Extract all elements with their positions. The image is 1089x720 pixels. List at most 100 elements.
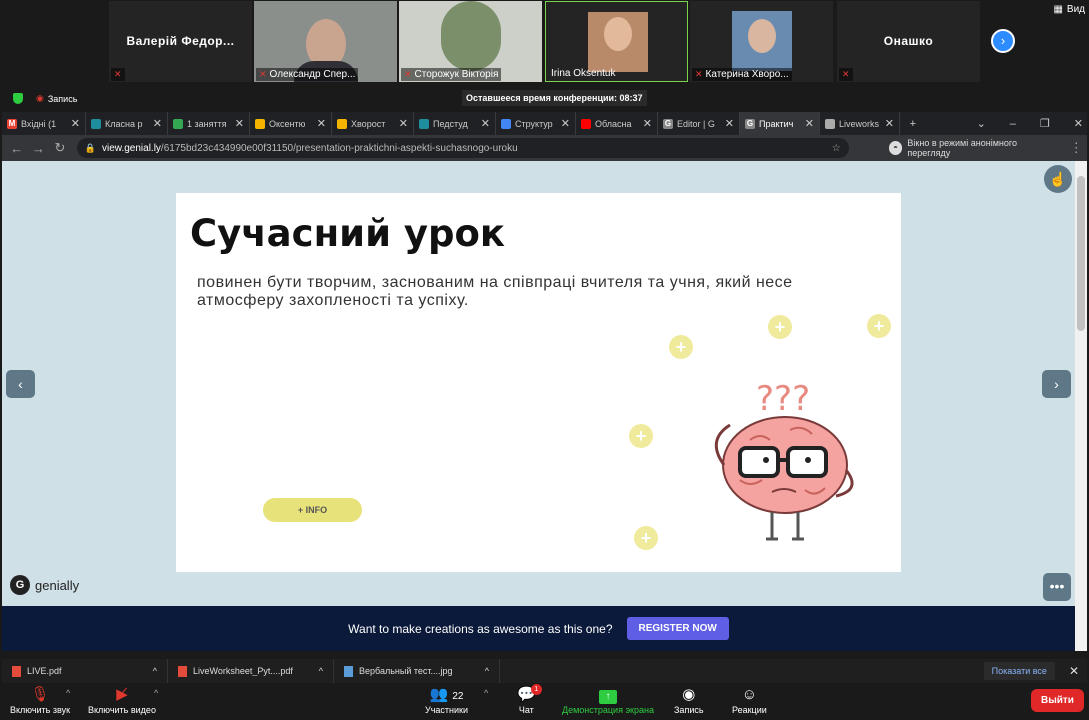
plus-icon[interactable]: + — [669, 335, 693, 359]
participant-name: Валерій Федор... — [126, 34, 235, 48]
security-shield-icon[interactable] — [13, 93, 23, 104]
download-name: LIVE.pdf — [27, 666, 62, 676]
plus-icon[interactable]: + — [768, 315, 792, 339]
tab-favicon-icon — [419, 118, 429, 129]
browser-tab-strip: M Вхідні (1 ✕ Класна р ✕ 1 заняття ✕ Оксентю ✕ Хв… — [2, 112, 1087, 135]
leave-meeting-button[interactable]: Выйти — [1031, 689, 1084, 712]
scrollbar-thumb[interactable] — [1077, 176, 1085, 331]
show-all-downloads-button[interactable]: Показати все — [983, 662, 1055, 680]
tab-close-icon[interactable]: ✕ — [153, 117, 162, 130]
unmute-label: Включить звук — [10, 705, 71, 715]
chevron-up-icon[interactable]: ^ — [485, 666, 489, 676]
share-button[interactable]: ☝ — [1044, 165, 1072, 193]
genially-logo-icon: G — [10, 575, 30, 595]
recording-indicator[interactable]: ◉ Запись — [36, 93, 77, 104]
start-video-button[interactable]: ▶̸ Включить видео — [88, 685, 156, 715]
reload-icon[interactable]: ↻ — [49, 140, 71, 156]
participant-caption: Олександр Спер... — [269, 69, 356, 80]
restore-icon[interactable]: ❐ — [1040, 117, 1050, 130]
menu-icon[interactable]: ⋮ — [1065, 140, 1087, 156]
tab-close-icon[interactable]: ✕ — [317, 117, 326, 130]
browser-tab[interactable]: Обласна ✕ — [576, 112, 658, 135]
browser-tab[interactable]: Оксентю ✕ — [250, 112, 332, 135]
plus-icon[interactable]: + — [634, 526, 658, 550]
participant-tile[interactable]: ✕ Катерина Хворо... — [690, 1, 833, 82]
question-marks: ??? — [756, 379, 810, 419]
participants-caret-icon[interactable]: ^ — [484, 688, 488, 698]
next-page-button[interactable]: › — [991, 29, 1015, 53]
forward-icon[interactable]: → — [28, 141, 50, 156]
tab-label: Liveworks — [839, 118, 880, 129]
unmute-button[interactable]: 🎙 Включить звук — [10, 685, 70, 715]
participant-caption: Сторожук Вікторія — [414, 69, 499, 80]
reactions-button[interactable]: ☺ Реакции — [732, 685, 767, 715]
view-button[interactable]: ▦ Вид — [1053, 4, 1085, 15]
browser-tab[interactable]: G Editor | G ✕ — [658, 112, 740, 135]
tab-close-icon[interactable]: ✕ — [235, 117, 244, 130]
tab-close-icon[interactable]: ✕ — [481, 117, 490, 130]
participants-icon: 👥 22 — [429, 686, 464, 703]
browser-tab[interactable]: M Вхідні (1 ✕ — [2, 112, 86, 135]
next-slide-button[interactable]: › — [1042, 370, 1071, 398]
minimize-icon[interactable]: – — [1010, 118, 1016, 130]
tab-close-icon[interactable]: ✕ — [399, 117, 408, 130]
muted-mic-icon: ✕ — [404, 69, 412, 79]
lock-icon[interactable]: 🔒 — [85, 143, 96, 154]
record-button[interactable]: ◉ Запись — [674, 685, 704, 715]
browser-tab[interactable]: Liveworks ✕ — [820, 112, 900, 135]
plus-icon[interactable]: + — [629, 424, 653, 448]
info-button[interactable]: + INFO — [263, 498, 362, 522]
browser-tab[interactable]: Хворост ✕ — [332, 112, 414, 135]
muted-mic-icon: ✕ — [695, 69, 703, 79]
new-tab-icon[interactable]: + — [910, 118, 916, 130]
tab-label: Editor | G — [677, 118, 715, 129]
tab-label: 1 заняття — [187, 118, 227, 129]
bookmark-star-icon[interactable]: ☆ — [832, 143, 841, 154]
tab-close-icon[interactable]: ✕ — [725, 117, 734, 130]
browser-tab[interactable]: 1 заняття ✕ — [168, 112, 250, 135]
download-item[interactable]: Вербальный тест....jpg ^ — [334, 659, 500, 683]
url-bar[interactable]: 🔒 view.genial.ly/6175bd23c434990e00f3115… — [76, 138, 849, 158]
tab-favicon-icon: G — [745, 118, 755, 129]
download-item[interactable]: LiveWorksheet_Pyt....pdf ^ — [168, 659, 334, 683]
participant-tile[interactable]: Валерій Федор... ✕ — [109, 1, 252, 82]
close-window-icon[interactable]: ✕ — [1074, 117, 1083, 130]
reactions-icon: ☺ — [741, 686, 758, 703]
promo-text: Want to make creations as awesome as thi… — [348, 621, 613, 636]
video-options-caret-icon[interactable]: ^ — [154, 688, 158, 698]
tab-close-icon[interactable]: ✕ — [643, 117, 652, 130]
tab-favicon-icon: M — [7, 118, 17, 129]
genially-logo[interactable]: Ggenially — [10, 575, 79, 595]
register-now-button[interactable]: REGISTER NOW — [626, 617, 729, 640]
participants-label: Участники — [425, 705, 468, 715]
browser-tab[interactable]: Структур ✕ — [496, 112, 576, 135]
tab-close-icon[interactable]: ✕ — [805, 117, 814, 130]
previous-slide-button[interactable]: ‹ — [6, 370, 35, 398]
tab-close-icon[interactable]: ✕ — [71, 117, 80, 130]
plus-icon[interactable]: + — [867, 314, 891, 338]
tab-label: Вхідні (1 — [21, 118, 57, 129]
tab-search-icon[interactable]: ⌄ — [977, 117, 986, 130]
close-downloads-icon[interactable]: ✕ — [1069, 664, 1079, 678]
browser-tab[interactable]: Класна р ✕ — [86, 112, 168, 135]
tab-close-icon[interactable]: ✕ — [561, 117, 570, 130]
participants-button[interactable]: 👥 22 Участники — [425, 685, 468, 715]
more-options-button[interactable]: ••• — [1043, 573, 1071, 601]
browser-tab[interactable]: Педстуд ✕ — [414, 112, 496, 135]
back-icon[interactable]: ← — [6, 141, 28, 156]
share-screen-button[interactable]: ↑ Демонстрация экрана — [562, 685, 654, 715]
participant-tile-active-speaker[interactable]: Irina Oksentuk — [545, 1, 688, 82]
audio-options-caret-icon[interactable]: ^ — [66, 688, 70, 698]
browser-tab[interactable]: G Практич ✕ — [740, 112, 820, 135]
chevron-up-icon[interactable]: ^ — [319, 666, 323, 676]
muted-mic-icon: 🎙 — [30, 686, 50, 703]
chat-button[interactable]: 💬 1 Чат — [517, 684, 542, 715]
chevron-up-icon[interactable]: ^ — [153, 666, 157, 676]
tab-close-icon[interactable]: ✕ — [885, 117, 894, 130]
participant-tile[interactable]: ✕ Сторожук Вікторія — [399, 1, 542, 82]
participant-tile[interactable]: ✕ Олександр Спер... — [254, 1, 397, 82]
participant-tile[interactable]: Онашко ✕ — [837, 1, 980, 82]
download-item[interactable]: LIVE.pdf ^ — [2, 659, 168, 683]
incognito-indicator[interactable]: ◓ Вікно в режимі анонімного перегляду — [888, 138, 1060, 158]
meeting-toolbar: 🎙 Включить звук ^ ▶̸ Включить видео ^ 👥 22… — [0, 683, 1089, 720]
